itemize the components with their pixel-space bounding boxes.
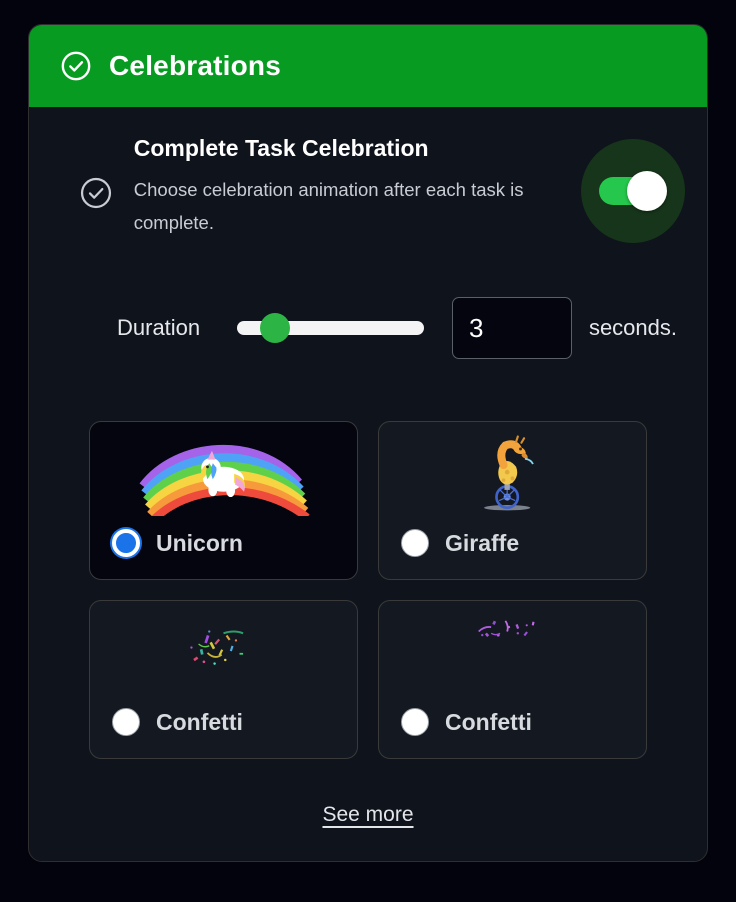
check-circle-icon (78, 175, 114, 216)
duration-label: Duration (117, 315, 201, 340)
confetti-multicolor-art (90, 609, 357, 695)
option-label: Unicorn (156, 529, 243, 556)
option-label: Confetti (445, 708, 532, 735)
toggle-graphic (599, 171, 667, 211)
celebration-toggle[interactable] (581, 139, 685, 243)
seconds-unit-label: seconds. (588, 315, 677, 340)
option-label: Giraffe (445, 529, 520, 556)
animation-option-confetti-2[interactable]: Confetti (378, 600, 647, 759)
unicorn-rainbow-art (90, 430, 357, 524)
option-footer: Confetti (112, 708, 243, 736)
setting-description: Choose celebration animation after each … (133, 179, 524, 233)
setting-icon-wrap (59, 133, 134, 216)
slider-thumb[interactable] (259, 313, 290, 343)
check-circle-icon (59, 49, 93, 83)
animation-option-unicorn[interactable]: Unicorn (89, 421, 358, 580)
giraffe-unicycle-art (379, 430, 646, 516)
animation-options-grid: Unicorn Giraffe Confetti Confetti (59, 421, 677, 759)
option-footer: Unicorn (112, 529, 243, 557)
animation-option-giraffe[interactable]: Giraffe (378, 421, 647, 580)
see-more-link[interactable]: See more (322, 803, 413, 827)
page-title: Celebrations (109, 50, 281, 81)
radio-giraffe[interactable] (401, 529, 429, 557)
duration-row: Duration seconds. (59, 297, 677, 359)
radio-unicorn[interactable] (112, 529, 140, 557)
radio-confetti-2[interactable] (401, 708, 429, 736)
option-footer: Confetti (401, 708, 532, 736)
setting-text-block: Complete Task Celebration Choose celebra… (134, 133, 581, 239)
setting-title: Complete Task Celebration (133, 135, 429, 161)
see-more-wrap: See more (59, 803, 677, 827)
option-label: Confetti (156, 708, 243, 735)
duration-slider[interactable] (237, 311, 424, 345)
toggle-knob (627, 171, 667, 211)
confetti-purple-art (379, 609, 646, 695)
radio-confetti-1[interactable] (112, 708, 140, 736)
panel-body: Complete Task Celebration Choose celebra… (29, 107, 707, 861)
duration-input[interactable] (451, 297, 572, 359)
complete-task-celebration-setting: Complete Task Celebration Choose celebra… (59, 107, 685, 243)
panel-header: Celebrations (29, 25, 707, 107)
animation-option-confetti-1[interactable]: Confetti (89, 600, 358, 759)
option-footer: Giraffe (401, 529, 519, 557)
celebrations-panel: Celebrations Complete Task Celebration C… (28, 24, 708, 862)
